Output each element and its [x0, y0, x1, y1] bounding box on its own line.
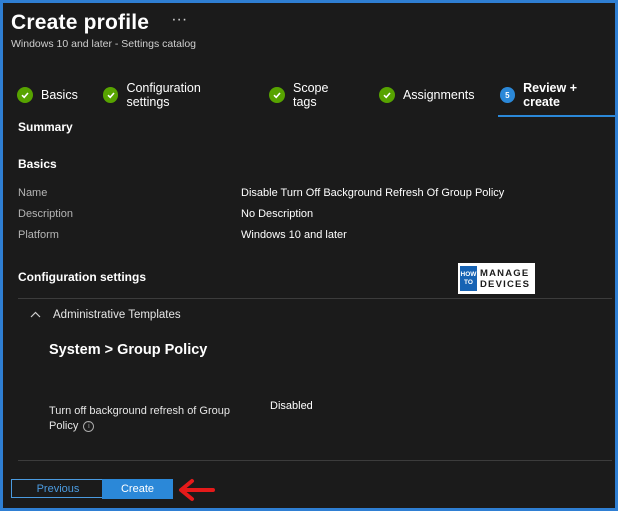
step-label: Scope tags [293, 81, 329, 109]
logo-line-1: MANAGE [480, 267, 530, 279]
field-label-description: Description [18, 208, 74, 220]
step-label: Basics [41, 88, 78, 102]
create-button[interactable]: Create [102, 479, 173, 499]
checkmark-icon [17, 87, 33, 103]
checkmark-icon [269, 87, 285, 103]
logo-to-text: TO [464, 278, 473, 286]
wizard-steps: Basics Configuration settings Scope tags… [17, 81, 615, 117]
setting-value: Disabled [270, 400, 313, 412]
accordion-label: Administrative Templates [53, 309, 181, 321]
setting-name-text: Turn off background refresh of Group Pol… [49, 405, 230, 432]
checkmark-icon [378, 87, 395, 103]
chevron-up-icon [30, 309, 41, 321]
step-assignments[interactable]: Assignments [378, 87, 475, 103]
howto-manage-devices-logo: HOW TO MANAGE DEVICES [458, 263, 535, 294]
title-row: Create profile ··· [11, 11, 187, 35]
step-label: Assignments [402, 88, 475, 102]
field-label-platform: Platform [18, 229, 59, 241]
page-title: Create profile [11, 11, 150, 34]
field-value-platform: Windows 10 and later [241, 229, 347, 241]
basics-heading: Basics [18, 157, 57, 171]
page-subtitle: Windows 10 and later - Settings catalog [11, 38, 197, 50]
step-configuration-settings[interactable]: Configuration settings [102, 81, 245, 109]
section-divider [18, 298, 612, 299]
step-basics[interactable]: Basics [17, 87, 78, 103]
step-scope-tags[interactable]: Scope tags [269, 81, 354, 109]
previous-button[interactable]: Previous [11, 479, 105, 498]
logo-line-2: DEVICES [480, 278, 531, 290]
configuration-settings-heading: Configuration settings [18, 270, 146, 284]
step-label: Configuration settings [126, 81, 201, 109]
logo-how-text: HOW [460, 270, 477, 278]
create-profile-panel: Create profile ··· Windows 10 and later … [3, 3, 615, 508]
summary-heading: Summary [18, 120, 73, 134]
step-label: Review + create [523, 81, 577, 109]
red-arrow-icon [179, 479, 215, 501]
step-review-create[interactable]: 5 Review + create [497, 81, 615, 117]
active-step-underline [497, 115, 615, 117]
field-value-description: No Description [241, 208, 314, 220]
info-icon[interactable]: i [83, 420, 95, 432]
field-label-name: Name [18, 187, 48, 199]
logo-how-to-mark: HOW TO [460, 266, 477, 291]
step-number-icon: 5 [499, 87, 516, 103]
group-title: System > Group Policy [49, 342, 208, 358]
field-value-name: Disable Turn Off Background Refresh Of G… [241, 187, 505, 199]
administrative-templates-accordion[interactable]: Administrative Templates [30, 309, 181, 321]
setting-name: Turn off background refresh of Group Pol… [49, 404, 259, 434]
checkmark-icon [102, 87, 119, 103]
logo-wordmark: MANAGE DEVICES [480, 268, 530, 290]
ellipsis-icon[interactable]: ··· [171, 11, 187, 29]
footer-divider [18, 460, 612, 461]
